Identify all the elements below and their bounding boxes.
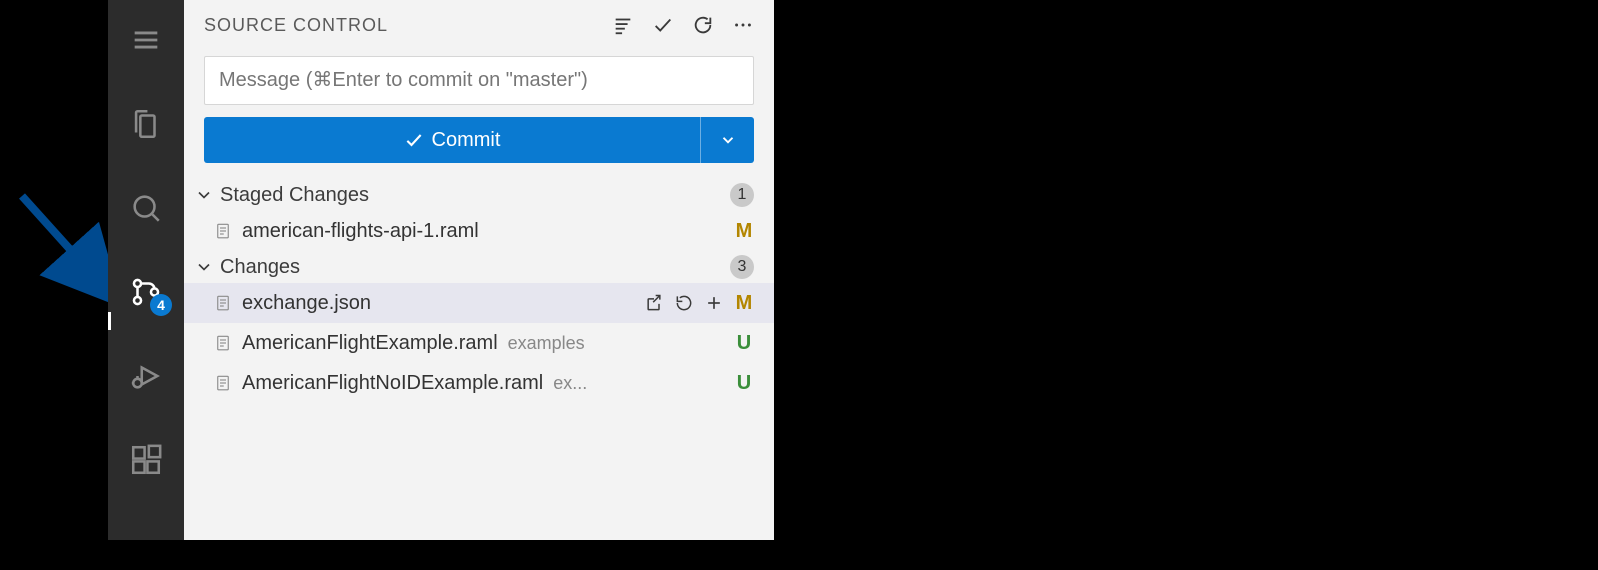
file-row[interactable]: american-flights-api-1.raml M [184, 211, 774, 251]
file-name: american-flights-api-1.raml [242, 220, 479, 243]
commit-message-box [204, 56, 754, 105]
discard-icon[interactable] [674, 293, 694, 313]
menu-icon[interactable] [108, 12, 184, 68]
file-name: exchange.json [242, 292, 371, 315]
commit-dropdown-button[interactable] [700, 117, 754, 163]
refresh-icon[interactable] [692, 14, 714, 36]
source-control-icon[interactable]: 4 [108, 264, 184, 320]
file-path: examples [508, 333, 585, 354]
commit-check-icon[interactable] [652, 14, 674, 36]
stage-icon[interactable] [704, 293, 724, 313]
staged-count-badge: 1 [730, 183, 754, 207]
status-badge: U [734, 372, 754, 395]
vscode-window: 4 SOURCE CONTROL [108, 0, 774, 540]
activity-bar: 4 [108, 0, 184, 540]
status-badge: U [734, 332, 754, 355]
scm-badge: 4 [150, 294, 172, 316]
extensions-icon[interactable] [108, 432, 184, 488]
explorer-icon[interactable] [108, 96, 184, 152]
open-file-icon[interactable] [644, 293, 664, 313]
source-control-panel: SOURCE CONTROL Co [184, 0, 774, 540]
section-label: Staged Changes [220, 184, 724, 207]
changes-section[interactable]: Changes 3 [184, 251, 774, 283]
file-path: ex... [553, 373, 587, 394]
more-actions-icon[interactable] [732, 14, 754, 36]
file-name: AmericanFlightExample.raml [242, 332, 498, 355]
commit-button-label: Commit [432, 129, 501, 152]
section-label: Changes [220, 256, 724, 279]
run-debug-icon[interactable] [108, 348, 184, 404]
status-badge: M [734, 220, 754, 243]
file-row[interactable]: AmericanFlightNoIDExample.raml ex... U [184, 363, 774, 403]
file-icon [214, 374, 232, 392]
panel-header: SOURCE CONTROL [184, 0, 774, 50]
row-actions [644, 293, 724, 313]
panel-title: SOURCE CONTROL [204, 15, 602, 36]
file-icon [214, 294, 232, 312]
file-icon [214, 334, 232, 352]
commit-button-row: Commit [204, 117, 754, 163]
chevron-down-icon [194, 257, 214, 277]
search-icon[interactable] [108, 180, 184, 236]
changes-count-badge: 3 [730, 255, 754, 279]
file-row[interactable]: exchange.json M [184, 283, 774, 323]
file-row[interactable]: AmericanFlightExample.raml examples U [184, 323, 774, 363]
staged-changes-section[interactable]: Staged Changes 1 [184, 179, 774, 211]
chevron-down-icon [194, 185, 214, 205]
status-badge: M [734, 292, 754, 315]
commit-button[interactable]: Commit [204, 117, 700, 163]
file-name: AmericanFlightNoIDExample.raml [242, 372, 543, 395]
view-as-tree-icon[interactable] [612, 14, 634, 36]
commit-message-input[interactable] [219, 69, 739, 92]
file-icon [214, 222, 232, 240]
